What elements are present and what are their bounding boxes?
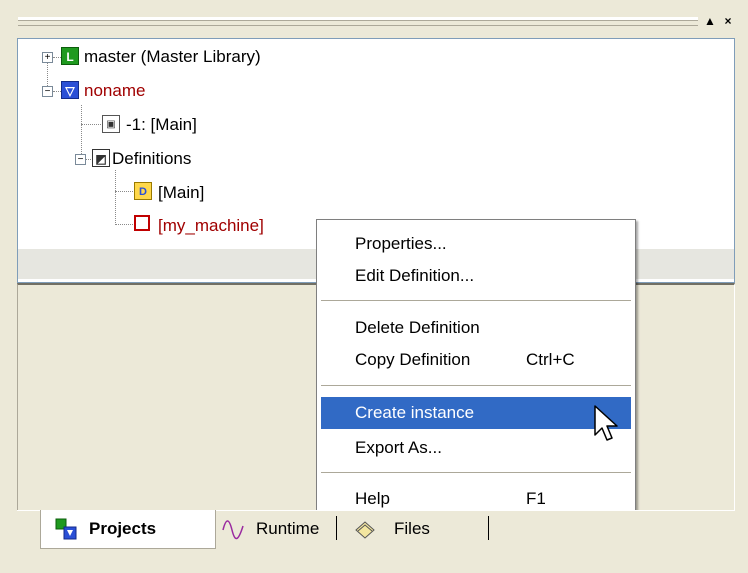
menu-item-properties[interactable]: Properties... (321, 228, 631, 260)
tree-node-main-definition[interactable]: [Main] (158, 178, 204, 208)
tree-connector (115, 170, 116, 225)
tree-node-noname[interactable]: noname (84, 76, 145, 106)
definitions-icon: ◩ (92, 149, 110, 167)
menu-separator (321, 300, 631, 301)
tree-connector (115, 191, 133, 192)
project-icon: ▽ (61, 81, 79, 99)
machine-definition-icon (134, 215, 150, 231)
menu-item-export-as[interactable]: Export As... (321, 432, 631, 464)
tree-connector (53, 57, 61, 58)
menu-item-delete-definition[interactable]: Delete Definition (321, 312, 631, 344)
tree-node-label: noname (84, 81, 146, 100)
menu-item-label: Delete Definition (355, 318, 480, 337)
tab-label: Files (394, 519, 430, 538)
tree-node-label: -1: [Main] (126, 115, 197, 134)
tree-connector (115, 224, 133, 225)
tab-files[interactable]: Files (352, 510, 502, 548)
runtime-icon (222, 520, 244, 540)
tree-node-my-machine[interactable]: [my_machine] (158, 211, 264, 241)
menu-separator (321, 385, 631, 386)
tree-connector (53, 91, 61, 92)
context-menu: Properties... Edit Definition... Delete … (316, 219, 636, 521)
menu-item-shortcut: Ctrl+C (526, 350, 575, 369)
menu-item-label: Create instance (355, 403, 475, 422)
titlebar-grip[interactable] (18, 17, 698, 26)
close-icon[interactable]: × (721, 14, 735, 28)
tree-node-label: master (Master Library) (84, 47, 261, 66)
menu-separator (321, 472, 631, 473)
menu-item-label: Edit Definition... (355, 266, 475, 285)
menu-item-label: Copy Definition (355, 350, 471, 369)
tree-connector (81, 124, 101, 125)
projects-icon (55, 518, 77, 540)
mouse-cursor-icon (594, 405, 618, 441)
menu-item-shortcut: F1 (526, 489, 546, 508)
tab-label: Projects (89, 519, 157, 538)
menu-item-label: Help (355, 489, 390, 508)
menu-item-create-instance[interactable]: Create instance (321, 397, 631, 429)
tree-connector (81, 105, 82, 160)
menu-item-label: Properties... (355, 234, 447, 253)
tab-divider (336, 516, 337, 540)
tree-node-master[interactable]: master (Master Library) (84, 42, 261, 72)
tree-node-label: Definitions (112, 149, 192, 168)
tab-label: Runtime (256, 519, 320, 538)
tab-projects[interactable]: Projects (40, 510, 216, 549)
instance-icon: ▣ (102, 115, 120, 133)
collapse-toggle[interactable]: − (75, 154, 86, 165)
pin-icon[interactable]: ▲ (703, 14, 717, 28)
menu-item-copy-definition[interactable]: Copy Definition Ctrl+C (321, 344, 631, 376)
tree-node-label: [my_machine] (158, 216, 264, 235)
tree-node-definitions[interactable]: Definitions (112, 144, 191, 174)
tree-node-instance-main[interactable]: -1: [Main] (126, 110, 197, 140)
tab-runtime[interactable]: Runtime (218, 510, 348, 548)
collapse-toggle[interactable]: − (42, 86, 53, 97)
tab-bar: Projects Runtime Files (0, 510, 748, 573)
panel-titlebar: ▲ × (0, 0, 748, 38)
menu-item-label: Export As... (355, 438, 442, 457)
expand-toggle[interactable]: + (42, 52, 53, 63)
library-icon: L (61, 47, 79, 65)
tree-node-label: [Main] (158, 183, 205, 202)
menu-item-edit-definition[interactable]: Edit Definition... (321, 260, 631, 292)
program-definition-icon: D (134, 182, 152, 200)
tab-divider (488, 516, 489, 540)
files-icon (355, 521, 375, 539)
